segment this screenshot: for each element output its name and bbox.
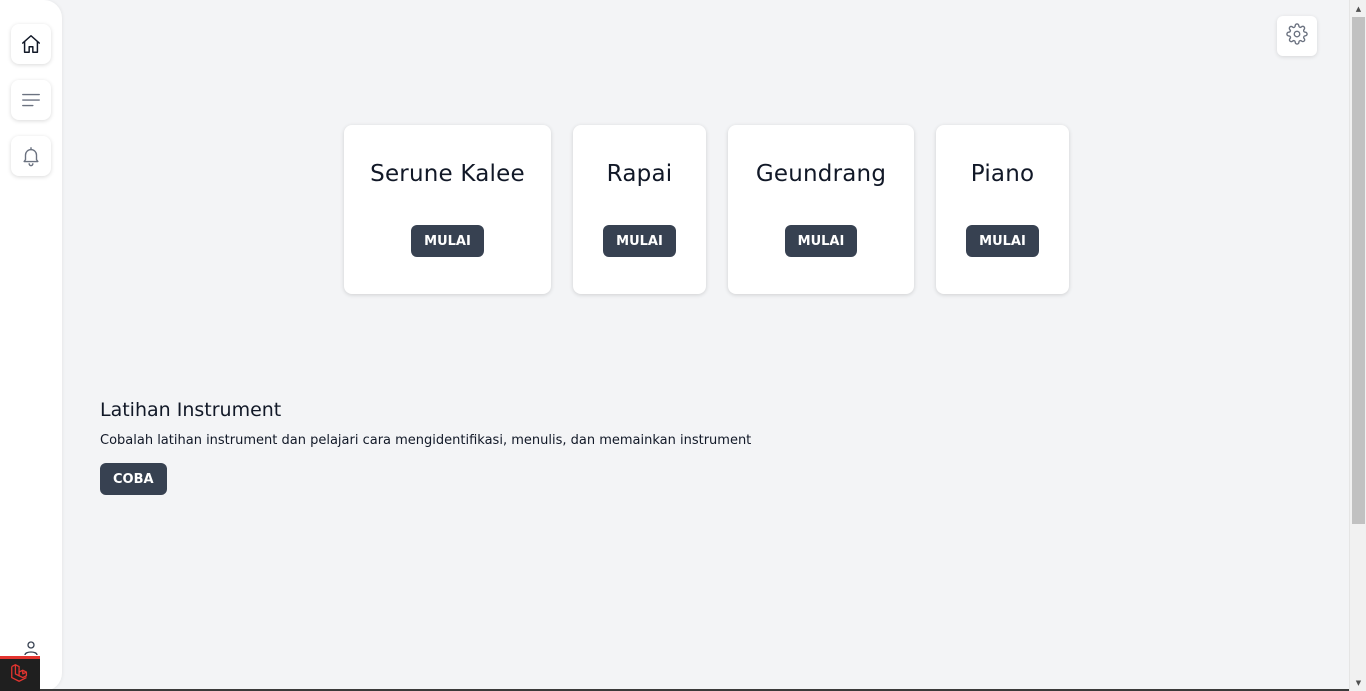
home-icon <box>20 33 42 55</box>
scroll-up-arrow-icon[interactable]: ▲ <box>1350 0 1366 17</box>
sidebar-item-notifications[interactable] <box>11 136 51 176</box>
bell-icon <box>20 145 42 167</box>
practice-description: Cobalah latihan instrument dan pelajari … <box>100 433 752 448</box>
sidebar-item-home[interactable] <box>11 24 51 64</box>
instrument-title: Serune Kalee <box>370 161 525 187</box>
sidebar-item-menu[interactable] <box>11 80 51 120</box>
practice-section: Latihan Instrument Cobalah latihan instr… <box>100 398 751 495</box>
try-button[interactable]: COBA <box>100 463 167 495</box>
practice-title: Latihan Instrument <box>100 399 282 421</box>
laravel-logo-badge[interactable] <box>0 656 40 691</box>
instrument-title: Rapai <box>606 161 673 187</box>
instrument-title: Geundrang <box>755 161 887 187</box>
instrument-title: Piano <box>970 161 1035 187</box>
settings-button[interactable] <box>1277 16 1317 56</box>
start-button[interactable]: MULAI <box>603 225 676 257</box>
start-button[interactable]: MULAI <box>411 225 484 257</box>
start-button[interactable]: MULAI <box>966 225 1039 257</box>
instrument-card: Piano MULAI <box>936 125 1069 294</box>
menu-icon <box>20 89 42 111</box>
user-icon[interactable] <box>23 640 39 656</box>
vertical-scrollbar[interactable]: ▲ ▼ <box>1349 0 1366 691</box>
instrument-card: Serune Kalee MULAI <box>344 125 551 294</box>
instrument-card: Geundrang MULAI <box>728 125 914 294</box>
scroll-down-arrow-icon[interactable]: ▼ <box>1350 674 1366 691</box>
gear-icon <box>1286 23 1308 49</box>
page: Serune Kalee MULAI Rapai MULAI Geundrang… <box>0 0 1366 691</box>
sidebar <box>0 0 62 691</box>
laravel-logo-icon <box>9 662 31 688</box>
scrollbar-thumb[interactable] <box>1352 17 1365 524</box>
start-button[interactable]: MULAI <box>784 225 858 257</box>
instrument-card: Rapai MULAI <box>573 125 706 294</box>
